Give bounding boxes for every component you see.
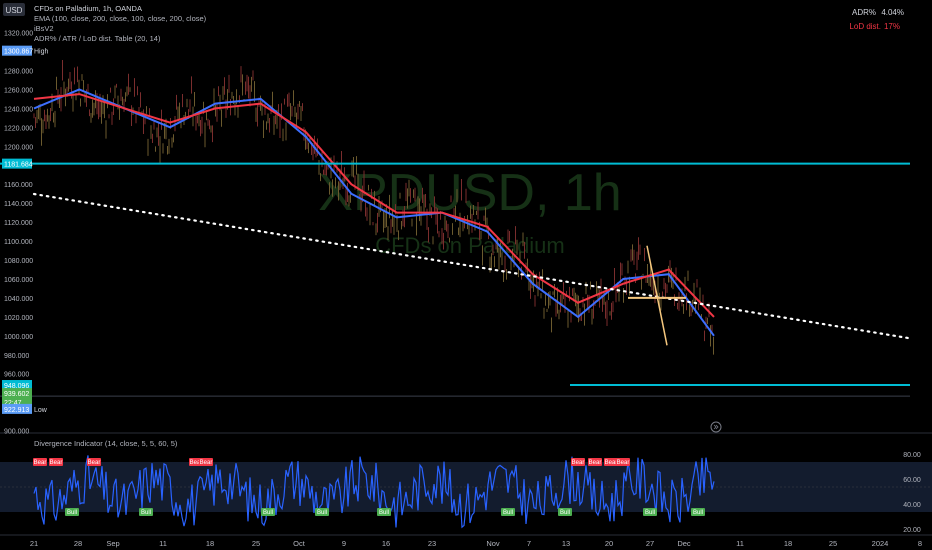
legend-line-adr[interactable]: ADR% / ATR / LoD dist. Table (20, 14) <box>34 34 161 43</box>
legend-line-symbol[interactable]: CFDs on Palladium, 1h, OANDA <box>34 4 142 13</box>
time-tick: 8 <box>918 539 922 548</box>
bull-tag-label: Bull <box>645 510 655 516</box>
bear-divergence-tag: Bear <box>87 458 101 466</box>
bull-tag-label: Bull <box>560 510 570 516</box>
time-tick: 18 <box>206 539 214 548</box>
oscillator-tick: 80.00 <box>903 452 921 459</box>
price-label-text: 1300.867 <box>4 49 33 56</box>
legend-line-ema[interactable]: EMA (100, close, 200, close, 100, close,… <box>34 14 207 23</box>
time-tick: 25 <box>252 539 260 548</box>
bull-divergence-tag: Bull <box>558 508 572 516</box>
price-tick: 980.000 <box>4 353 29 360</box>
bull-tag-label: Bull <box>693 510 703 516</box>
price-tick: 1060.000 <box>4 277 33 284</box>
bear-tag-label: Bear <box>589 460 602 466</box>
price-tick: 1200.000 <box>4 144 33 151</box>
oscillator-tick: 20.00 <box>903 527 921 534</box>
watermark-name: CFDs on Palladium <box>375 233 565 258</box>
bear-tag-label: Bear <box>88 460 101 466</box>
time-tick: 25 <box>829 539 837 548</box>
price-tick: 1220.000 <box>4 125 33 132</box>
time-tick: Sep <box>106 539 119 548</box>
price-label-tag: High <box>34 49 49 56</box>
legend-line-ibsv2[interactable]: iBsV2 <box>34 24 54 33</box>
bear-divergence-tag: Bear <box>616 458 630 466</box>
time-tick: 20 <box>605 539 613 548</box>
bull-divergence-tag: Bull <box>643 508 657 516</box>
stats-label-lod: LoD dist. <box>849 22 881 31</box>
indicator-title[interactable]: Divergence Indicator (14, close, 5, 5, 6… <box>34 439 178 448</box>
time-tick: 9 <box>342 539 346 548</box>
time-tick: 27 <box>646 539 654 548</box>
stats-value-lod: 17% <box>884 22 900 31</box>
price-tick: 1100.000 <box>4 239 33 246</box>
price-tick: 960.000 <box>4 372 29 379</box>
time-tick: 21 <box>30 539 38 548</box>
price-tick: 1280.000 <box>4 68 33 75</box>
price-tick: 1160.000 <box>4 182 33 189</box>
bull-divergence-tag: Bull <box>377 508 391 516</box>
price-tick: 1040.000 <box>4 296 33 303</box>
time-tick: 18 <box>784 539 792 548</box>
price-label-text: 1181.684 <box>4 162 33 169</box>
time-tick: Nov <box>486 539 500 548</box>
bull-divergence-tag: Bull <box>261 508 275 516</box>
time-tick: 11 <box>736 539 744 548</box>
oscillator-tick: 60.00 <box>903 477 921 484</box>
time-tick: 11 <box>159 539 167 548</box>
price-tick: 1120.000 <box>4 220 33 227</box>
time-tick: 16 <box>382 539 390 548</box>
bull-tag-label: Bull <box>141 510 151 516</box>
time-tick: 7 <box>527 539 531 548</box>
price-tick: 1020.000 <box>4 315 33 322</box>
bull-tag-label: Bull <box>317 510 327 516</box>
bear-tag-label: Bear <box>50 460 63 466</box>
bull-divergence-tag: Bull <box>65 508 79 516</box>
price-tick: 1140.000 <box>4 201 33 208</box>
oscillator-tick: 40.00 <box>903 502 921 509</box>
bull-tag-label: Bull <box>379 510 389 516</box>
chart-canvas[interactable]: XPDUSD, 1h CFDs on Palladium Bear Bear Bea… <box>0 0 932 550</box>
currency-badge-label: USD <box>6 6 23 15</box>
price-tick: 1260.000 <box>4 87 33 94</box>
price-tick: 900.000 <box>4 429 29 436</box>
bull-divergence-tag: Bull <box>501 508 515 516</box>
bear-tag-label: Bear <box>617 460 630 466</box>
bear-tag-label: Bear <box>572 460 585 466</box>
bear-divergence-tag: Bear <box>49 458 63 466</box>
time-tick: 23 <box>428 539 436 548</box>
bear-tag-label: Bear <box>200 460 213 466</box>
bear-divergence-tag: Bear <box>33 458 47 466</box>
time-tick: Dec <box>677 539 691 548</box>
stats-value-adr: 4.04% <box>881 8 904 17</box>
bear-divergence-tag: Bear <box>571 458 585 466</box>
price-label-tag: Low <box>34 407 48 414</box>
bull-tag-label: Bull <box>503 510 513 516</box>
bull-tag-label: Bull <box>263 510 273 516</box>
bear-divergence-tag: Bear <box>199 458 213 466</box>
price-tick: 1080.000 <box>4 258 33 265</box>
price-tick: 1240.000 <box>4 106 33 113</box>
stats-label-adr: ADR% <box>852 8 876 17</box>
price-label-text: 922.913 <box>4 407 29 414</box>
price-label-text: 939.602 <box>4 391 29 398</box>
time-tick: Oct <box>293 539 306 548</box>
bear-tag-label: Bear <box>605 460 618 466</box>
bull-tag-label: Bull <box>67 510 77 516</box>
time-tick: 13 <box>562 539 570 548</box>
bear-tag-label: Bear <box>34 460 47 466</box>
time-tick: 2024 <box>872 539 889 548</box>
bull-divergence-tag: Bull <box>315 508 329 516</box>
bull-divergence-tag: Bull <box>139 508 153 516</box>
time-tick: 28 <box>74 539 82 548</box>
price-tick: 1320.000 <box>4 31 33 38</box>
price-tick: 1000.000 <box>4 334 33 341</box>
bear-divergence-tag: Bear <box>588 458 602 466</box>
bull-divergence-tag: Bull <box>691 508 705 516</box>
